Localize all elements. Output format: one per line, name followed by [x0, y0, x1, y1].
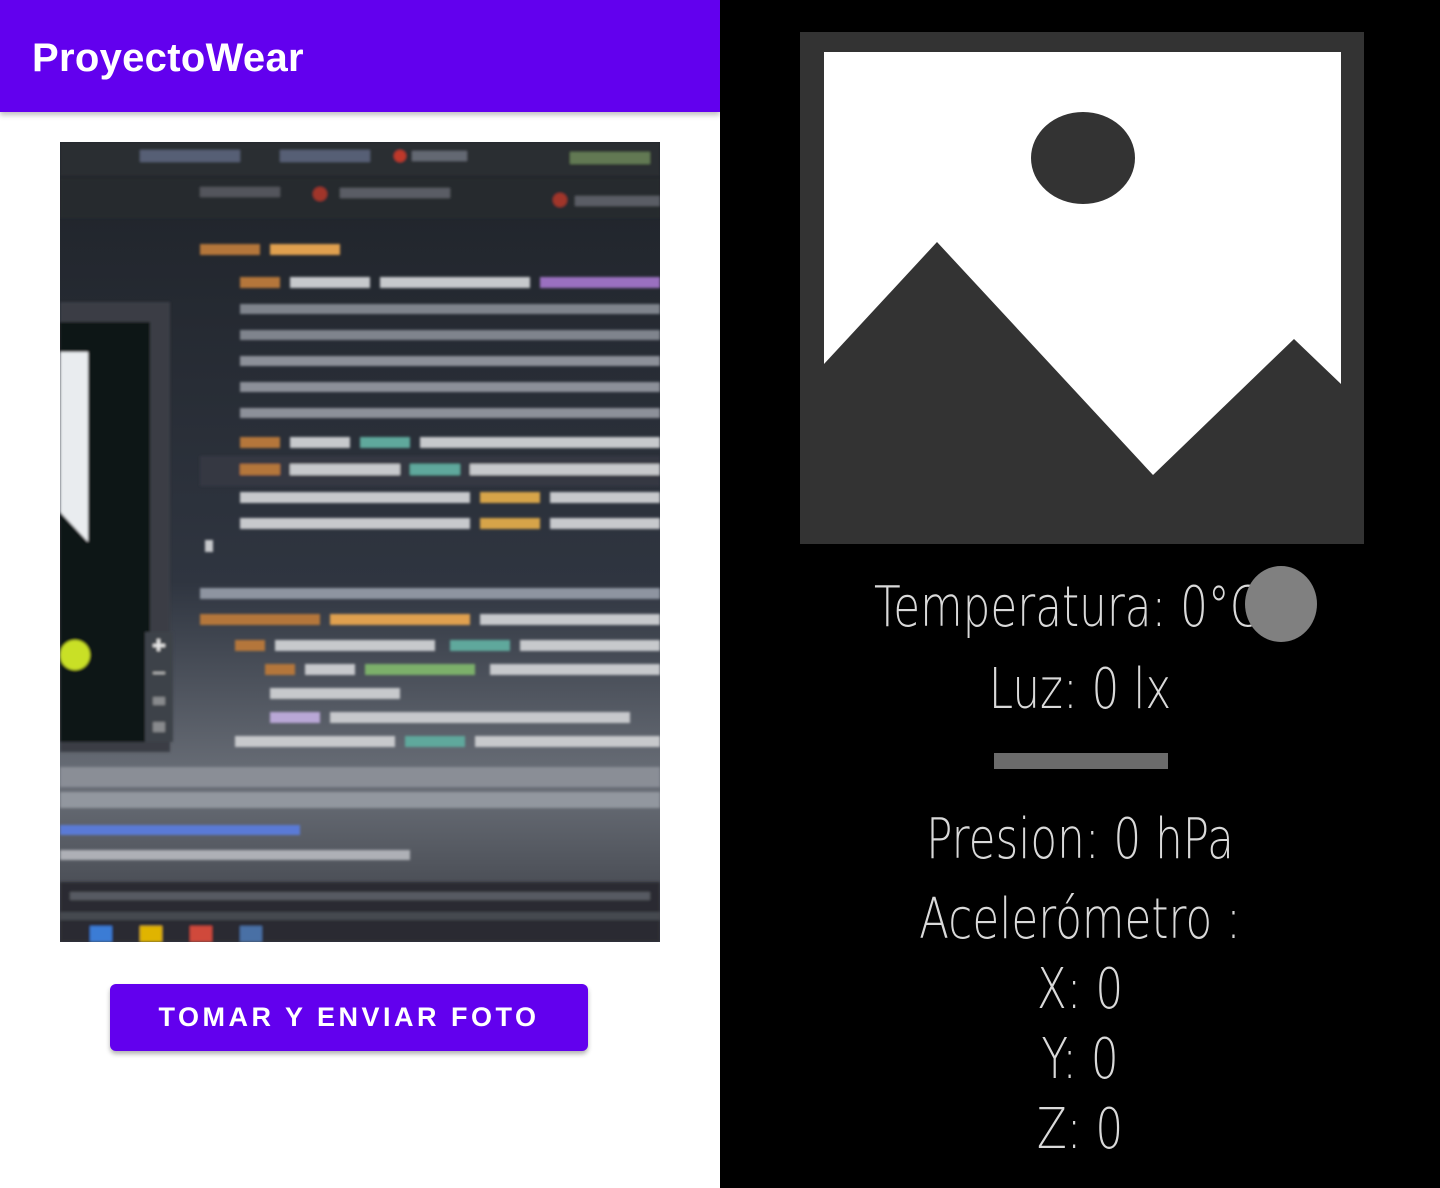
- watch-screen: Temperatura: 0°C Luz: 0 lx Presion: 0 hP…: [720, 0, 1440, 1188]
- temperature-status-indicator: [1245, 566, 1317, 642]
- take-and-send-photo-button[interactable]: TOMAR Y ENVIAR FOTO: [110, 984, 588, 1051]
- captured-photo-preview: [60, 142, 660, 942]
- image-placeholder-icon: [800, 32, 1364, 544]
- pressure-reading: Presion: 0 hPa: [926, 807, 1234, 872]
- accelerometer-y: Y: 0: [1041, 1027, 1119, 1092]
- app-bar: ProyectoWear: [0, 0, 720, 112]
- accelerometer-z: Z: 0: [1036, 1097, 1124, 1162]
- app-title: ProyectoWear: [32, 36, 304, 80]
- divider: [994, 753, 1168, 769]
- accelerometer-x: X: 0: [1036, 957, 1124, 1022]
- temperature-row: Temperatura: 0°C: [720, 572, 1440, 644]
- accelerometer-title: Acelerómetro :: [919, 887, 1241, 952]
- light-reading: Luz: 0 lx: [988, 657, 1172, 722]
- temperature-reading: Temperatura: 0°C: [874, 575, 1261, 640]
- phone-screen: ProyectoWear TOMAR Y ENVIAR FOTO: [0, 0, 720, 1188]
